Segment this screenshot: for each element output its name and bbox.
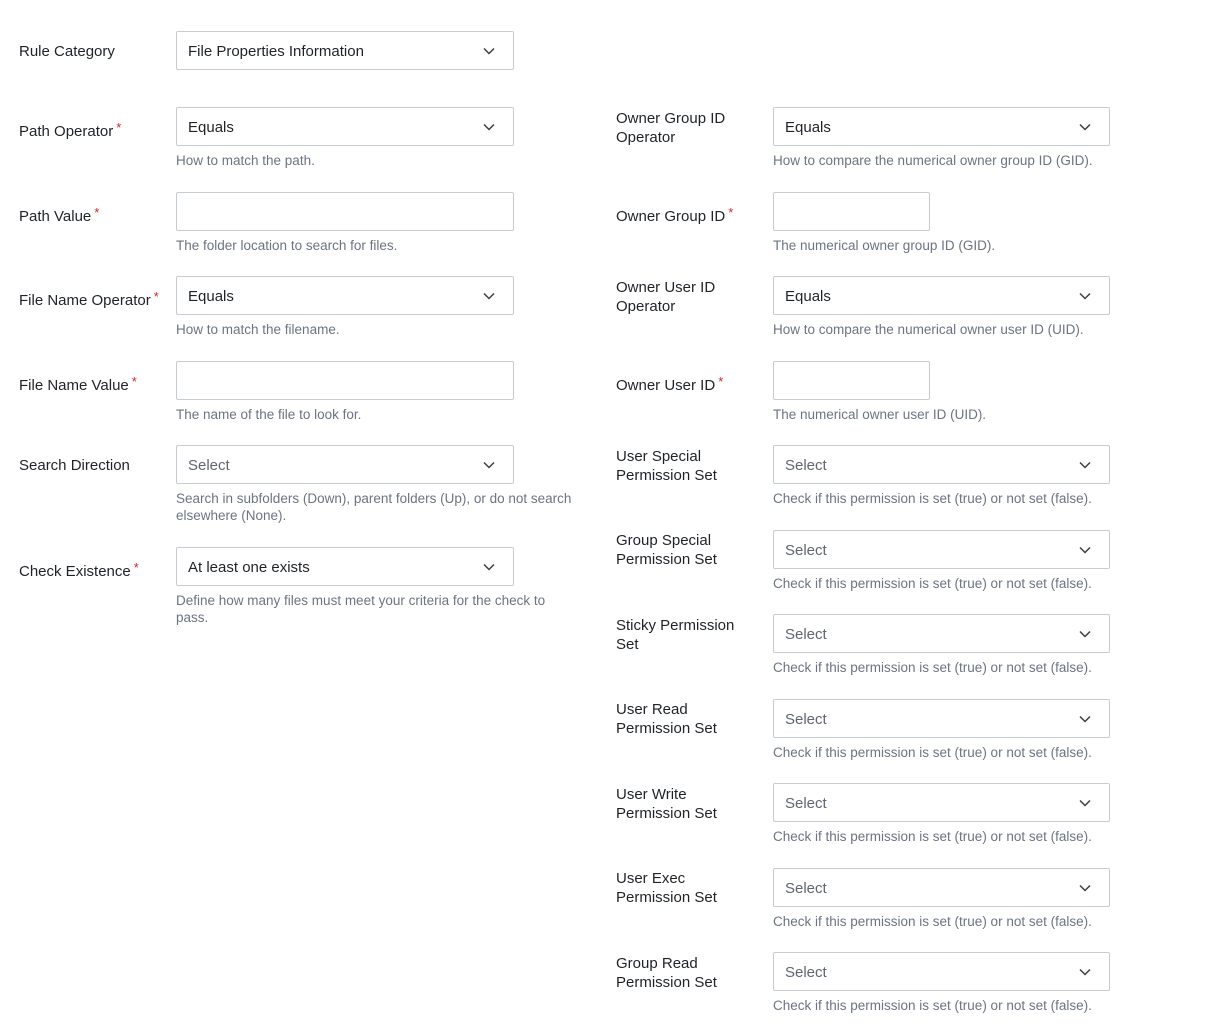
path-operator-label: Path Operator * — [19, 120, 122, 140]
chevron-down-icon — [1079, 123, 1091, 131]
chevron-down-icon — [483, 123, 495, 131]
file-name-operator-select[interactable]: Equals — [176, 276, 514, 315]
check-existence-select[interactable]: At least one exists — [176, 547, 514, 586]
user-read-permission-select[interactable]: Select — [773, 699, 1110, 738]
path-operator-help: How to match the path. — [176, 153, 315, 168]
group-read-permission-help: Check if this permission is set (true) o… — [773, 998, 1092, 1013]
chevron-down-icon — [1079, 546, 1091, 554]
file-name-value-help: The name of the file to look for. — [176, 407, 362, 422]
check-existence-help: Define how many files must meet your cri… — [176, 592, 545, 626]
path-operator-selected-value: Equals — [188, 119, 234, 136]
group-read-permission-label: Group Read Permission Set — [616, 955, 717, 991]
rule-category-selected-value: File Properties Information — [188, 43, 364, 60]
chevron-down-icon — [483, 292, 495, 300]
rule-category-label: Rule Category — [19, 43, 115, 60]
chevron-down-icon — [1079, 461, 1091, 469]
owner-group-id-operator-select[interactable]: Equals — [773, 107, 1110, 146]
search-direction-label: Search Direction — [19, 457, 130, 474]
path-operator-select[interactable]: Equals — [176, 107, 514, 146]
user-exec-permission-select[interactable]: Select — [773, 868, 1110, 907]
owner-group-id-help: The numerical owner group ID (GID). — [773, 238, 996, 253]
chevron-down-icon — [483, 461, 495, 469]
user-exec-permission-help: Check if this permission is set (true) o… — [773, 914, 1092, 929]
search-direction-help-line: elsewhere (None). — [176, 508, 287, 523]
chevron-down-icon — [1079, 292, 1091, 300]
required-marker: * — [131, 374, 137, 389]
user-read-permission-selected-value: Select — [785, 711, 827, 728]
chevron-down-icon — [483, 563, 495, 571]
owner-group-id-operator-help: How to compare the numerical owner group… — [773, 153, 1093, 168]
required-marker: * — [116, 120, 122, 135]
rule-category-select[interactable]: File Properties Information — [176, 31, 514, 70]
user-special-permission-help: Check if this permission is set (true) o… — [773, 491, 1092, 506]
required-marker: * — [133, 560, 139, 575]
user-exec-permission-label: User Exec Permission Set — [616, 870, 717, 906]
required-marker: * — [153, 289, 159, 304]
file-properties-rule-form: Rule Category File Properties Informatio… — [0, 0, 1211, 1025]
chevron-down-icon — [1079, 884, 1091, 892]
check-existence-help-line: pass. — [176, 610, 209, 625]
file-name-operator-label: File Name Operator * — [19, 289, 159, 309]
group-special-permission-label: Group Special Permission Set — [616, 532, 717, 568]
group-read-permission-selected-value: Select — [785, 964, 827, 981]
user-special-permission-select[interactable]: Select — [773, 445, 1110, 484]
search-direction-help: Search in subfolders (Down), parent fold… — [176, 490, 571, 524]
group-special-permission-help: Check if this permission is set (true) o… — [773, 576, 1092, 591]
group-read-permission-select[interactable]: Select — [773, 952, 1110, 991]
search-direction-selected-value: Select — [188, 457, 230, 474]
chevron-down-icon — [483, 47, 495, 55]
owner-user-id-operator-select[interactable]: Equals — [773, 276, 1110, 315]
user-exec-permission-selected-value: Select — [785, 880, 827, 897]
chevron-down-icon — [1079, 799, 1091, 807]
sticky-permission-select[interactable]: Select — [773, 614, 1110, 653]
check-existence-help-line: Define how many files must meet your cri… — [176, 593, 546, 608]
owner-user-id-label: Owner User ID * — [616, 374, 724, 394]
chevron-down-icon — [1079, 968, 1091, 976]
user-write-permission-label: User Write Permission Set — [616, 786, 717, 822]
owner-user-id-input[interactable] — [773, 361, 930, 400]
path-value-input[interactable] — [176, 192, 514, 231]
owner-user-id-help: The numerical owner user ID (UID). — [773, 407, 987, 422]
user-write-permission-help: Check if this permission is set (true) o… — [773, 829, 1092, 844]
file-name-value-label: File Name Value * — [19, 374, 137, 394]
required-marker: * — [728, 205, 734, 220]
sticky-permission-help: Check if this permission is set (true) o… — [773, 660, 1092, 675]
check-existence-label: Check Existence * — [19, 560, 139, 580]
user-special-permission-label: User Special Permission Set — [616, 448, 717, 484]
owner-user-id-operator-help: How to compare the numerical owner user … — [773, 322, 1084, 337]
sticky-permission-selected-value: Select — [785, 626, 827, 643]
owner-group-id-operator-label: Owner Group ID Operator — [616, 110, 726, 146]
owner-user-id-operator-label: Owner User ID Operator — [616, 279, 716, 315]
search-direction-select[interactable]: Select — [176, 445, 514, 484]
group-special-permission-selected-value: Select — [785, 542, 827, 559]
path-value-label: Path Value * — [19, 205, 100, 225]
sticky-permission-label: Sticky Permission Set — [616, 617, 735, 653]
chevron-down-icon — [1079, 715, 1091, 723]
user-write-permission-selected-value: Select — [785, 795, 827, 812]
owner-group-id-operator-selected-value: Equals — [785, 119, 831, 136]
user-special-permission-selected-value: Select — [785, 457, 827, 474]
path-value-help: The folder location to search for files. — [176, 238, 398, 253]
owner-group-id-label: Owner Group ID * — [616, 205, 734, 225]
file-name-operator-help: How to match the filename. — [176, 322, 340, 337]
required-marker: * — [718, 374, 724, 389]
user-read-permission-help: Check if this permission is set (true) o… — [773, 745, 1092, 760]
search-direction-help-line: Search in subfolders (Down), parent fold… — [176, 491, 572, 506]
file-name-value-input[interactable] — [176, 361, 514, 400]
required-marker: * — [94, 205, 100, 220]
file-name-operator-selected-value: Equals — [188, 288, 234, 305]
chevron-down-icon — [1079, 630, 1091, 638]
check-existence-selected-value: At least one exists — [188, 559, 310, 576]
user-read-permission-label: User Read Permission Set — [616, 701, 717, 737]
owner-user-id-operator-selected-value: Equals — [785, 288, 831, 305]
group-special-permission-select[interactable]: Select — [773, 530, 1110, 569]
user-write-permission-select[interactable]: Select — [773, 783, 1110, 822]
owner-group-id-input[interactable] — [773, 192, 930, 231]
